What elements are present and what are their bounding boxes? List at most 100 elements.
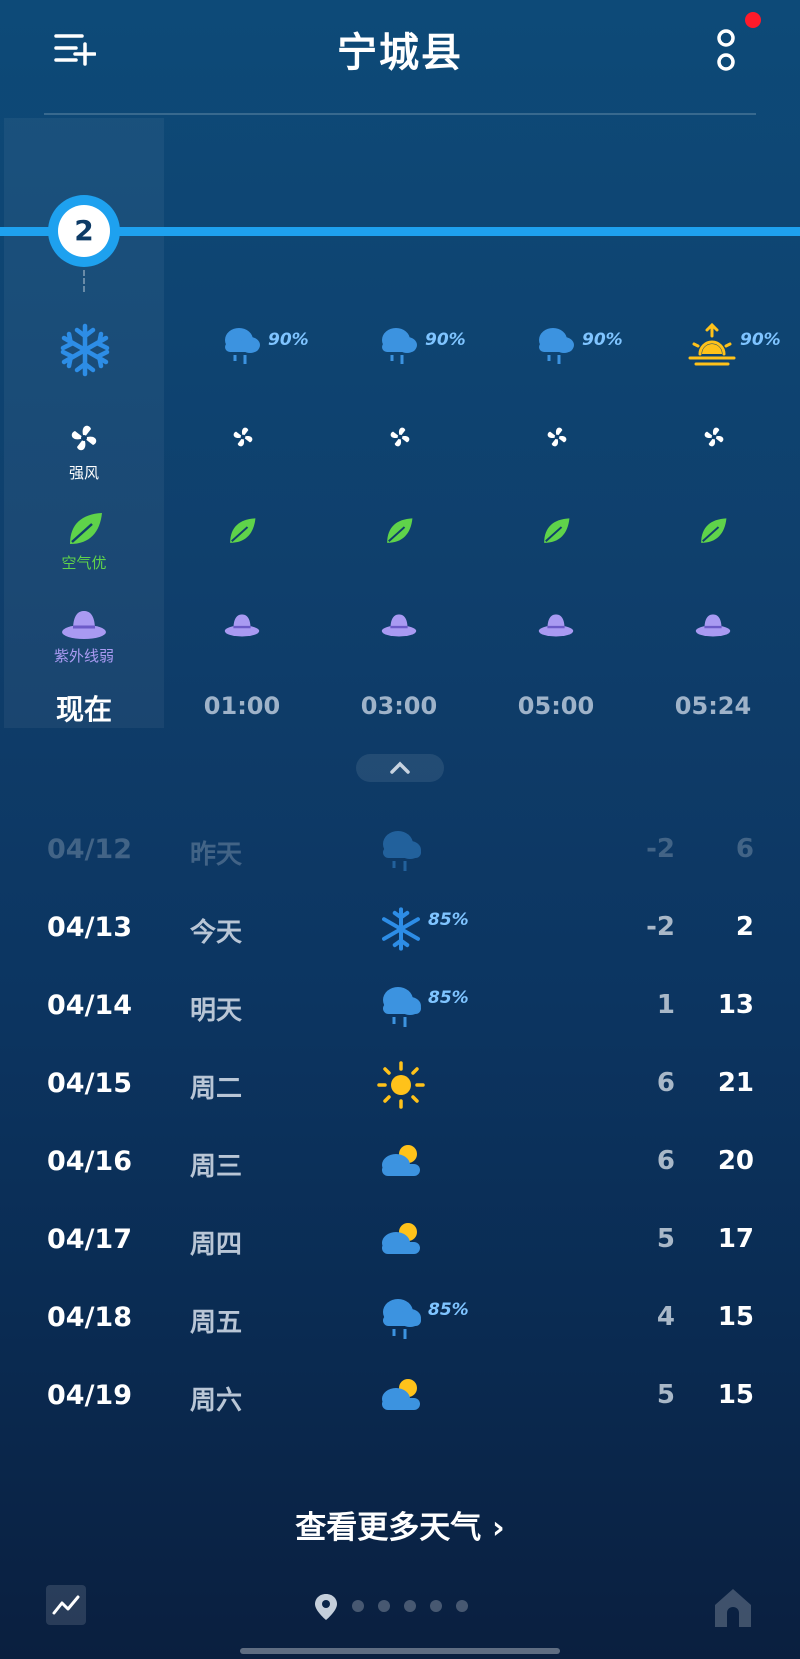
hour-label: 03:00 — [360, 692, 438, 720]
daily-date: 04/17 — [47, 1224, 133, 1255]
page-title: 宁城县 — [337, 30, 463, 76]
leaf-icon — [387, 518, 413, 543]
wind-label: 强风 — [68, 464, 99, 482]
wind-icon — [233, 427, 253, 447]
sunrise-icon — [688, 322, 736, 366]
hat-icon — [381, 614, 417, 637]
daily-day: 周三 — [190, 1152, 243, 1182]
trend-icon — [52, 1595, 80, 1615]
wind-icon — [547, 427, 567, 447]
rain-cloud-icon — [382, 328, 417, 364]
daily-high: 2 — [735, 912, 754, 942]
daily-row-tomorrow[interactable]: 04/14 明天 85% 1 13 — [0, 978, 800, 1038]
home-icon — [715, 1589, 751, 1627]
hat-icon — [224, 614, 260, 637]
leaf-icon — [544, 518, 570, 543]
daily-low: 4 — [656, 1302, 675, 1332]
leaf-icon — [230, 518, 256, 543]
hourly-precip: 90% — [740, 330, 781, 350]
hour-label: 05:24 — [674, 692, 752, 720]
daily-day: 周二 — [190, 1074, 243, 1104]
daily-high: 6 — [735, 834, 754, 864]
daily-day: 周四 — [190, 1230, 243, 1260]
more-dots-icon — [717, 29, 735, 71]
collapse-hourly-button[interactable] — [356, 754, 444, 782]
daily-row[interactable]: 04/18 周五 85% 4 15 — [0, 1290, 800, 1350]
daily-date: 04/16 — [47, 1146, 133, 1177]
daily-date: 04/15 — [47, 1068, 133, 1099]
daily-date: 04/18 — [47, 1302, 133, 1333]
daily-low: 6 — [656, 1068, 675, 1098]
leaf-icon — [70, 513, 102, 544]
current-temperature: 2 — [58, 205, 110, 257]
header-divider — [44, 113, 756, 115]
daily-row[interactable]: 04/15 周二 6 21 — [0, 1056, 800, 1116]
hat-icon — [695, 614, 731, 637]
home-indicator-bar[interactable] — [240, 1648, 560, 1654]
daily-high: 13 — [717, 990, 754, 1020]
hourly-precip: 90% — [268, 330, 309, 350]
uv-label: 紫外线弱 — [53, 647, 114, 665]
daily-day: 周五 — [190, 1308, 243, 1338]
chevron-up-icon — [390, 761, 410, 774]
daily-day: 周六 — [190, 1386, 243, 1416]
hourly-weather-3: 90% — [477, 318, 635, 378]
daily-high: 15 — [717, 1380, 754, 1410]
daily-high: 15 — [717, 1302, 754, 1332]
daily-day: 今天 — [190, 918, 243, 948]
hourly-weather-1: 90% — [163, 318, 321, 378]
rain-cloud-icon — [383, 1299, 421, 1339]
daily-row[interactable]: 04/17 周四 5 17 — [0, 1212, 800, 1272]
hourly-precip: 90% — [425, 330, 466, 350]
daily-low: 1 — [656, 990, 675, 1020]
partly-cloudy-icon — [382, 1379, 420, 1410]
daily-low: -2 — [646, 912, 675, 942]
snow-icon — [60, 323, 110, 377]
daily-low: 5 — [656, 1380, 675, 1410]
daily-low: 6 — [656, 1146, 675, 1176]
sun-icon — [377, 1061, 425, 1109]
air-quality-label: 空气优 — [61, 554, 107, 572]
hourly-weather-now — [5, 318, 163, 378]
home-button[interactable] — [712, 1585, 754, 1629]
daily-day: 明天 — [190, 996, 243, 1026]
leaf-icon — [701, 518, 727, 543]
daily-row-yesterday[interactable]: 04/12 昨天 -2 6 — [0, 822, 800, 882]
rain-cloud-icon — [383, 831, 421, 871]
page-dots — [315, 1594, 468, 1620]
city-page-indicator — [312, 1590, 482, 1622]
partly-cloudy-icon — [382, 1223, 420, 1254]
daily-day: 昨天 — [190, 840, 243, 870]
temperature-line — [0, 227, 800, 236]
hourly-weather-4: 90% — [634, 318, 792, 378]
rain-cloud-icon — [539, 328, 574, 364]
hour-label-now: 现在 — [55, 693, 112, 726]
daily-row-today[interactable]: 04/13 今天 85% -2 2 — [0, 900, 800, 960]
daily-date: 04/19 — [47, 1380, 133, 1411]
more-options-button[interactable] — [708, 26, 744, 76]
daily-row[interactable]: 04/16 周三 6 20 — [0, 1134, 800, 1194]
marker-tail — [83, 270, 87, 292]
trend-chart-button[interactable] — [46, 1585, 86, 1625]
hat-icon — [62, 611, 106, 639]
hour-label: 01:00 — [203, 692, 281, 720]
hour-label: 05:00 — [517, 692, 595, 720]
daily-row[interactable]: 04/19 周六 5 15 — [0, 1368, 800, 1428]
wind-icon — [390, 427, 410, 447]
daily-date: 04/14 — [47, 990, 133, 1021]
daily-precip: 85% — [428, 1300, 469, 1320]
hourly-weather-2: 90% — [320, 318, 478, 378]
more-weather-link[interactable]: 查看更多天气 › — [0, 1502, 800, 1547]
notification-dot — [745, 12, 761, 28]
daily-high: 20 — [717, 1146, 754, 1176]
wind-icon — [704, 427, 724, 447]
daily-low: 5 — [656, 1224, 675, 1254]
daily-date: 04/13 — [47, 912, 133, 943]
rain-cloud-icon — [383, 987, 421, 1027]
daily-high: 21 — [717, 1068, 754, 1098]
snow-icon — [382, 907, 420, 951]
daily-precip: 85% — [428, 988, 469, 1008]
partly-cloudy-icon — [382, 1145, 420, 1176]
daily-precip: 85% — [428, 910, 469, 930]
hat-icon — [538, 614, 574, 637]
